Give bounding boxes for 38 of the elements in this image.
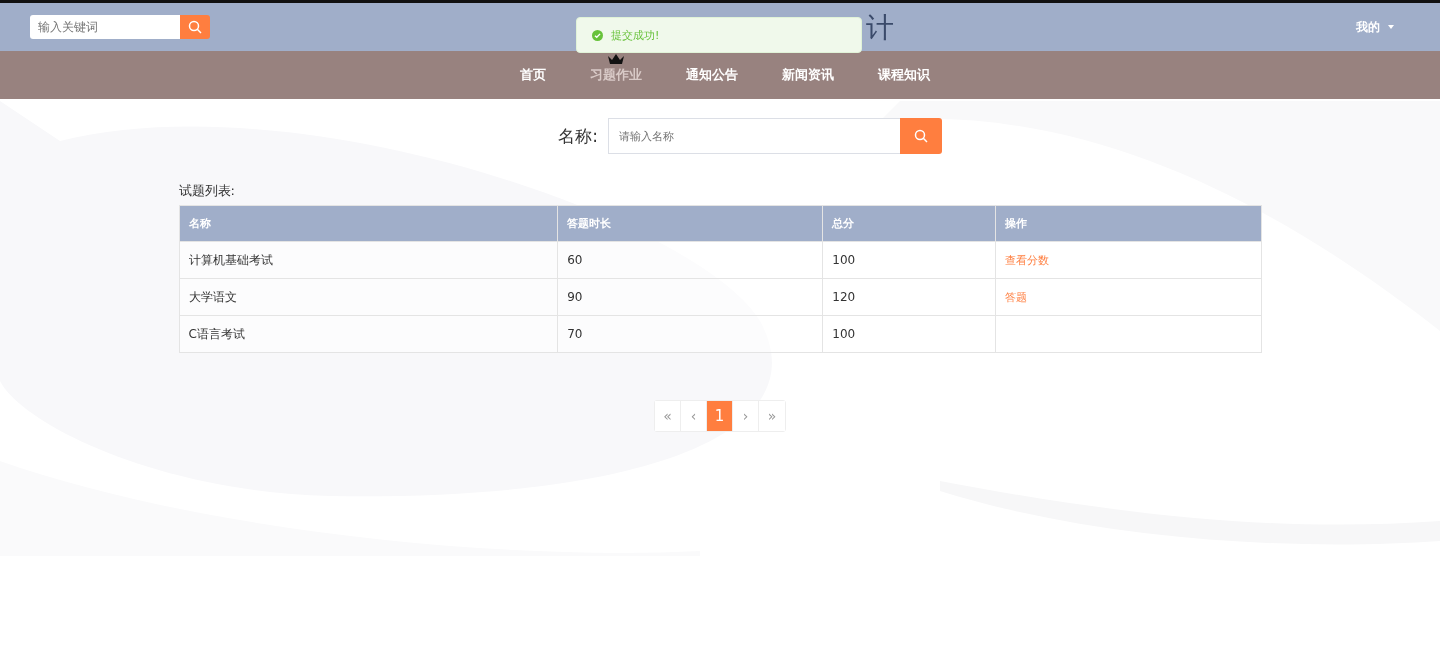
filter-label: 名称: [558,124,598,148]
column-header: 总分 [822,205,996,242]
table-cell: 60 [557,241,823,279]
action-link[interactable]: 答题 [1005,290,1028,304]
column-header: 名称 [179,205,558,242]
table-cell: 100 [822,241,996,279]
search-icon [913,129,928,143]
nav-item[interactable]: 通知公告 [686,66,738,84]
search-field[interactable]: 输入关键词 [30,15,180,39]
table-cell: 计算机基础考试 [179,241,558,279]
page-button[interactable]: ‹ [681,401,707,431]
check-circle-icon [592,29,603,41]
search-button[interactable] [899,118,942,154]
name-search-field[interactable]: 请输入名称 [607,118,900,154]
caret-icon [1388,25,1394,29]
table-cell: C语言考试 [179,315,558,353]
action-link[interactable]: 查看分数 [1005,253,1050,267]
table-cell: 70 [557,315,823,353]
page-button[interactable]: 1 [707,401,733,431]
table-caption: 试题列表: [178,182,236,200]
nav-item[interactable]: 课程知识 [878,66,930,84]
search-button[interactable] [180,15,210,39]
table-cell: 大学语文 [179,278,558,316]
table-cell: 90 [557,278,823,316]
crown-icon [607,53,625,65]
nav-item[interactable]: 新闻资讯 [782,66,834,84]
nav-item[interactable]: 首页 [520,66,546,84]
column-header: 答题时长 [557,205,823,242]
toast-message: 提交成功! [611,27,660,43]
table-cell: 120 [822,278,996,316]
column-header: 操作 [995,205,1261,242]
page-button[interactable]: « [655,401,681,431]
page-button[interactable]: › [733,401,759,431]
nav-item[interactable]: 习题作业 [590,66,642,84]
user-menu[interactable]: 我的 [1350,17,1400,37]
search-icon [188,20,202,34]
site-title: 计 [866,10,894,46]
table-cell: 100 [822,315,996,353]
